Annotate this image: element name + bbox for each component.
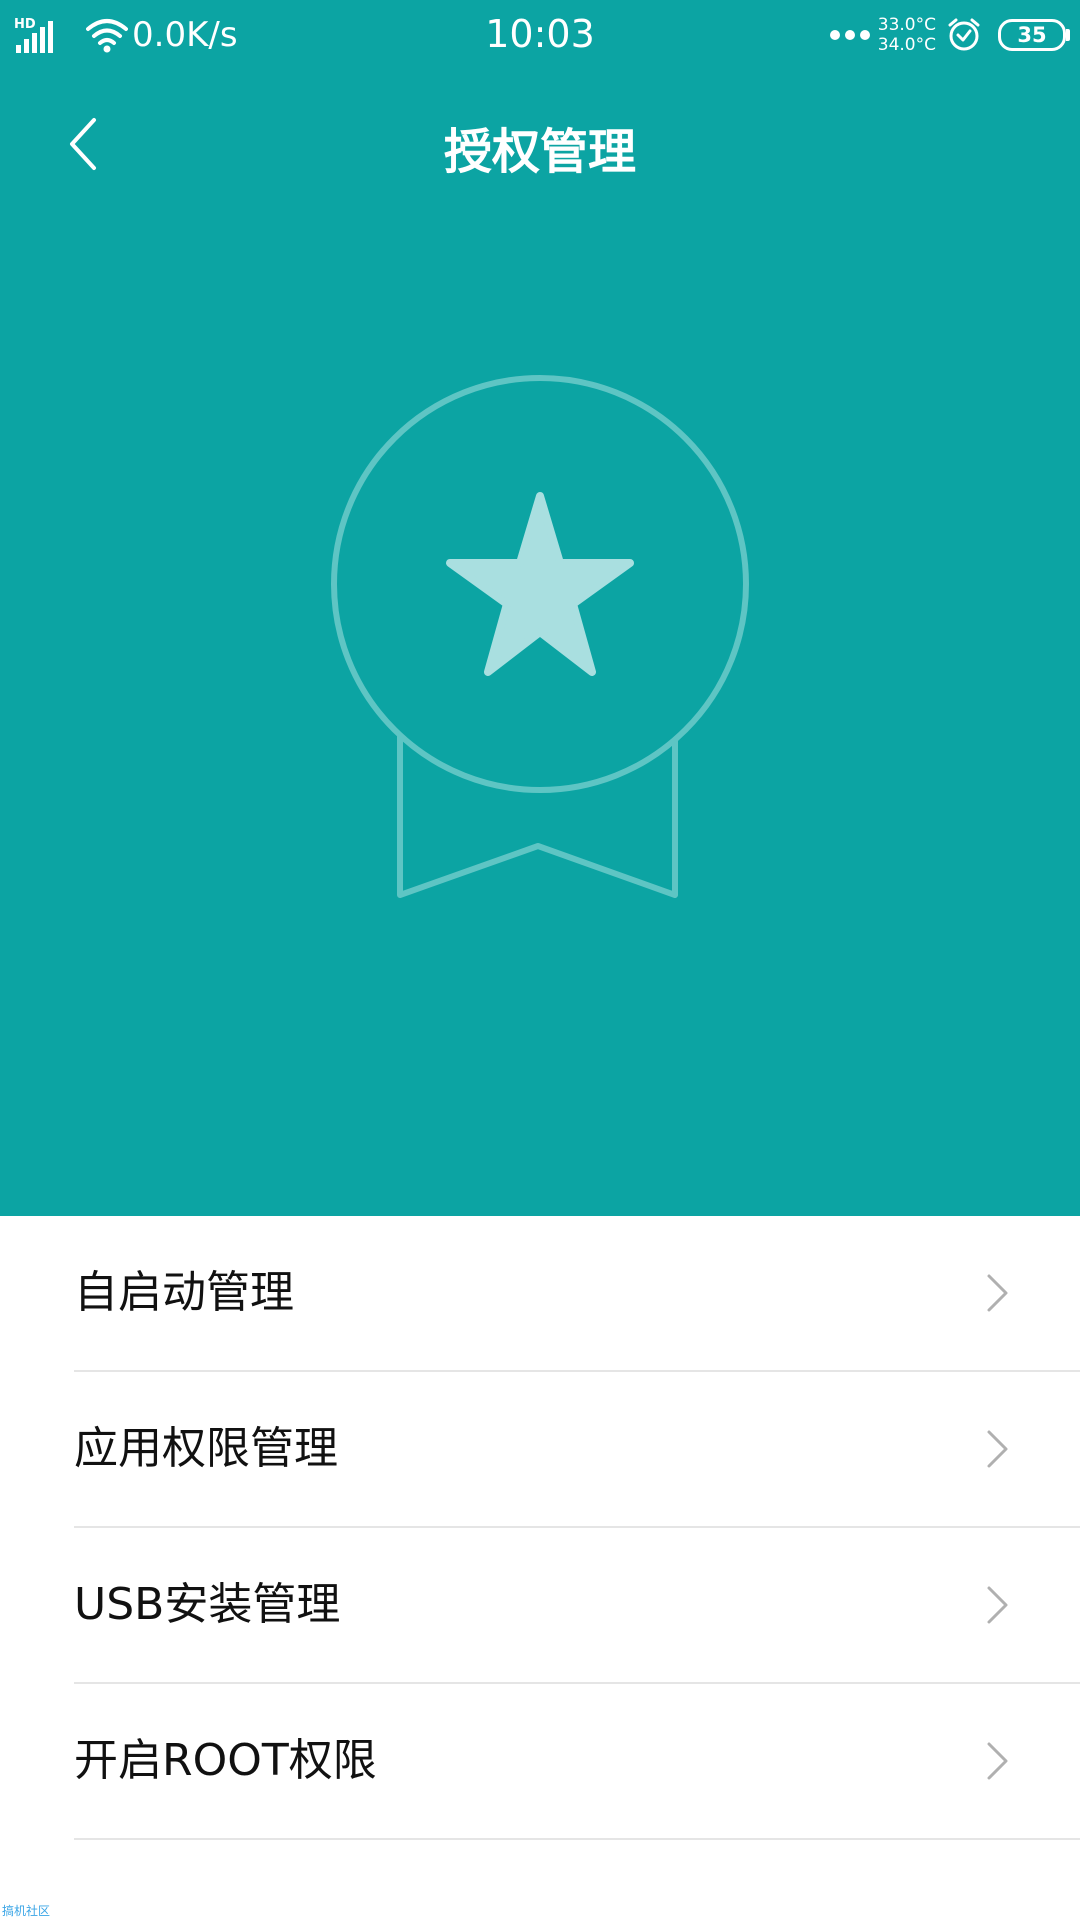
status-right: 33.0°C 34.0°C 35 (829, 10, 1070, 60)
menu-item-autostart[interactable]: 自启动管理 (0, 1216, 1080, 1372)
status-bar: HD 0.0K/s 10:03 33.0°C 34.0°C 35 (0, 0, 1080, 68)
header-area: HD 0.0K/s 10:03 33.0°C 34.0°C 35 授权管理 (0, 0, 1080, 1216)
temperature-readout: 33.0°C 34.0°C (878, 15, 936, 55)
temperature-low: 34.0°C (877, 35, 936, 55)
battery-icon: 35 (998, 19, 1070, 51)
menu-item-root[interactable]: 开启ROOT权限 (0, 1684, 1080, 1840)
settings-list: 自启动管理 应用权限管理 USB安装管理 开启ROOT权限 (0, 1216, 1080, 1840)
watermark: 搞机社区 (2, 1904, 51, 1918)
temperature-high: 33.0°C (877, 15, 936, 35)
chevron-right-icon (987, 1586, 1008, 1624)
divider (74, 1838, 1080, 1840)
menu-item-usb-install[interactable]: USB安装管理 (0, 1528, 1080, 1684)
menu-item-label: 自启动管理 (74, 1267, 294, 1318)
chevron-right-icon (987, 1274, 1008, 1312)
alarm-icon (948, 18, 980, 51)
chevron-right-icon (987, 1742, 1008, 1780)
page-title: 授权管理 (443, 124, 636, 180)
menu-item-app-permissions[interactable]: 应用权限管理 (0, 1372, 1080, 1528)
menu-item-label: 应用权限管理 (74, 1423, 338, 1474)
medal-star-icon (331, 375, 749, 898)
chevron-right-icon (987, 1430, 1008, 1468)
battery-level: 35 (1017, 23, 1047, 47)
more-dots-icon (829, 30, 870, 40)
menu-item-label: 开启ROOT权限 (74, 1735, 377, 1786)
menu-item-label: USB安装管理 (74, 1579, 341, 1630)
